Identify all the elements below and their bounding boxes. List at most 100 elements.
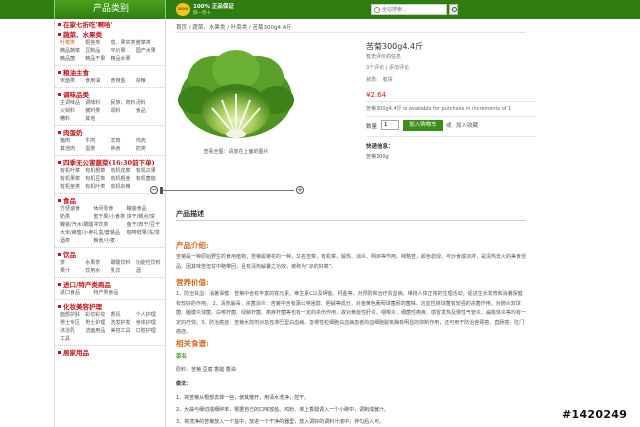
sidebar-link[interactable]: 彩妆彩妆 — [85, 311, 110, 319]
add-to-wishlist-link[interactable]: 加入收藏 — [456, 121, 478, 129]
sidebar-link[interactable]: 进口食品 — [60, 289, 93, 297]
sidebar-link[interactable]: 火锅料 — [60, 107, 85, 115]
sidebar-link[interactable]: 罐装食品 — [127, 205, 160, 213]
sidebar-link[interactable]: 方便速食 — [60, 205, 93, 213]
sidebar-link[interactable]: 主调味品 — [60, 99, 85, 107]
sidebar-link[interactable]: 有机根茎 — [111, 175, 136, 183]
sidebar-link[interactable]: 饼干/糕点/饼 — [127, 213, 160, 221]
sidebar-link[interactable]: 特产类食品 — [93, 289, 126, 297]
zoom-handle[interactable] — [160, 187, 163, 194]
sidebar-link[interactable]: 酱料类 — [85, 107, 110, 115]
sidebar-link[interactable]: 蜜干果/小食类 — [93, 213, 126, 221]
sidebar-category-header[interactable]: 在家七折吃'啊哈' — [55, 19, 165, 29]
sidebar-link[interactable]: 茶 — [60, 259, 85, 267]
sidebar-link[interactable]: 功能性饮料 — [136, 259, 161, 267]
sidebar-link[interactable]: 面部护肤 — [60, 311, 85, 319]
sidebar-link[interactable]: 奶类 — [136, 145, 161, 153]
sidebar-link[interactable]: 精品水果 — [111, 55, 136, 63]
sidebar-link[interactable]: 其他肉 — [60, 145, 85, 153]
sidebar-link[interactable]: 熟食 — [111, 145, 136, 153]
sidebar-link[interactable]: 有机豆类 — [85, 175, 110, 183]
sidebar-category-header[interactable]: 肉蛋奶 — [55, 127, 165, 137]
sidebar-link[interactable]: 国产水果 — [136, 47, 161, 55]
sidebar-link[interactable]: 糟料 — [60, 115, 85, 123]
add-to-cart-button[interactable]: 加入购物车 — [403, 120, 443, 131]
sidebar-link[interactable]: 鸡肉 — [136, 137, 161, 145]
sidebar-link[interactable]: 有机瓜果 — [136, 167, 161, 175]
sidebar-link[interactable]: 有机茎类 — [60, 183, 85, 191]
sidebar-link[interactable]: 口腔护理 — [136, 327, 161, 335]
sidebar-link[interactable]: 碳酸饮料 — [111, 259, 136, 267]
review-link[interactable]: 3个评论 | 添加评论 — [366, 64, 536, 72]
sidebar-category-header[interactable]: 饮品 — [55, 249, 165, 259]
sidebar-link[interactable]: 礼盒/套装品 — [93, 229, 126, 237]
sidebar-link[interactable]: 猪肉 — [60, 137, 85, 145]
sidebar-link[interactable]: 大米/蜂蜜/小卖 — [60, 229, 93, 237]
sidebar-category-header[interactable]: 居家用品 — [55, 347, 165, 357]
sidebar-link[interactable]: 汤料 — [136, 99, 161, 107]
sidebar-link[interactable]: 酱菜类 — [136, 39, 161, 47]
sidebar-link[interactable]: 平价果 — [111, 47, 136, 55]
sidebar-link[interactable]: 工具 — [60, 335, 85, 343]
sidebar-link[interactable]: 牛肉 — [85, 137, 110, 145]
sidebar-link[interactable]: 洗发护发 — [111, 319, 136, 327]
sidebar-link[interactable]: 有机菌菇 — [136, 175, 161, 183]
sidebar-link[interactable]: 杂粮 — [136, 77, 161, 85]
sidebar-link[interactable]: 粮食/小麦 — [93, 237, 126, 245]
sidebar-category-header[interactable]: 进口/特产类商品 — [55, 279, 165, 289]
sidebar-link[interactable]: 罐装/汽水/碳酸饮料 — [60, 221, 93, 229]
sidebar-link[interactable]: 奶类 — [60, 213, 93, 221]
sidebar-link[interactable]: 根茎类 — [85, 39, 110, 47]
sidebar-category-header[interactable]: 化妆美容护理 — [55, 301, 165, 311]
sidebar-link[interactable]: 饮用水 — [85, 267, 110, 275]
sidebar-link[interactable]: 羊肉 — [111, 137, 136, 145]
sidebar-link[interactable]: 休闲零食 — [93, 205, 126, 213]
sidebar-category-header[interactable]: 调味品类 — [55, 89, 165, 99]
zoom-slider[interactable]: − + — [150, 186, 305, 196]
sidebar-link[interactable]: 茄、果实类 — [111, 39, 136, 47]
sidebar-category-header[interactable]: 蔬菜、水果类 — [55, 29, 165, 39]
sidebar-link[interactable]: 咖啡鲜果/冻/茶 — [127, 229, 160, 237]
sidebar-link[interactable]: 水果茶 — [85, 259, 110, 267]
zoom-in-icon[interactable]: + — [296, 186, 304, 194]
sidebar-link[interactable]: 身体护理 — [136, 319, 161, 327]
sidebar-link[interactable]: 叶菜类 — [60, 39, 85, 47]
sidebar-link[interactable]: 鱼干/肉干/豆干 — [127, 221, 160, 229]
search-input[interactable] — [382, 6, 442, 14]
sidebar-link[interactable]: 有机根菜 — [85, 167, 110, 175]
sidebar-link[interactable]: 调味料 — [85, 99, 110, 107]
sidebar-link[interactable]: 精品干果 — [85, 55, 110, 63]
sidebar-link[interactable]: 食品 — [136, 107, 161, 115]
sidebar-link[interactable]: 香氛 — [111, 311, 136, 319]
sidebar-category-header[interactable]: 食品 — [55, 195, 165, 205]
sidebar-link[interactable]: 民族、肉料 — [111, 99, 136, 107]
sidebar-link[interactable]: 乳饮 — [111, 267, 136, 275]
sidebar-link[interactable]: 美容工具 — [111, 327, 136, 335]
sidebar-link[interactable]: 米面类 — [60, 77, 85, 85]
sidebar-link[interactable]: 酒 — [136, 267, 161, 275]
sidebar-link[interactable]: 有机杂粮 — [111, 183, 136, 191]
tab-description[interactable]: 产品描述 — [176, 209, 204, 219]
sidebar-link[interactable]: 精品菌 — [60, 55, 85, 63]
sidebar-link[interactable]: 男士护理 — [85, 319, 110, 327]
search-button[interactable] — [449, 4, 458, 15]
sidebar-link[interactable]: 沐浴乳 — [60, 327, 85, 335]
sidebar-link[interactable]: 有机果菜 — [60, 175, 85, 183]
sidebar-link[interactable]: 食用盐 — [111, 77, 136, 85]
sidebar-link[interactable]: 男士专区 — [60, 319, 85, 327]
sidebar-link[interactable]: 酒类 — [60, 237, 93, 245]
breadcrumb[interactable]: 首页 / 蔬菜、水果类 / 叶菜类 / 苦菊300g4.4斤 — [176, 23, 536, 31]
quantity-input[interactable] — [381, 120, 399, 130]
sidebar-link[interactable]: 食用油 — [85, 77, 110, 85]
sidebar-link[interactable]: 调料 — [111, 107, 136, 115]
zoom-out-icon[interactable]: − — [150, 186, 158, 194]
sidebar-link[interactable]: 蛋类 — [85, 145, 110, 153]
sidebar-link[interactable]: 有机叶菜 — [60, 167, 85, 175]
sidebar-link[interactable]: 其他 — [85, 115, 110, 123]
product-image[interactable] — [176, 38, 296, 141]
sidebar-link[interactable]: 果汁 — [60, 267, 85, 275]
sidebar-link[interactable]: 洁面用品 — [85, 327, 110, 335]
sidebar-link[interactable]: 豆制品 — [85, 47, 110, 55]
sidebar-link[interactable]: 有机叶类 — [85, 183, 110, 191]
sidebar-category-header[interactable]: 四季无公害蔬菜(16:30前下单) — [55, 157, 165, 167]
